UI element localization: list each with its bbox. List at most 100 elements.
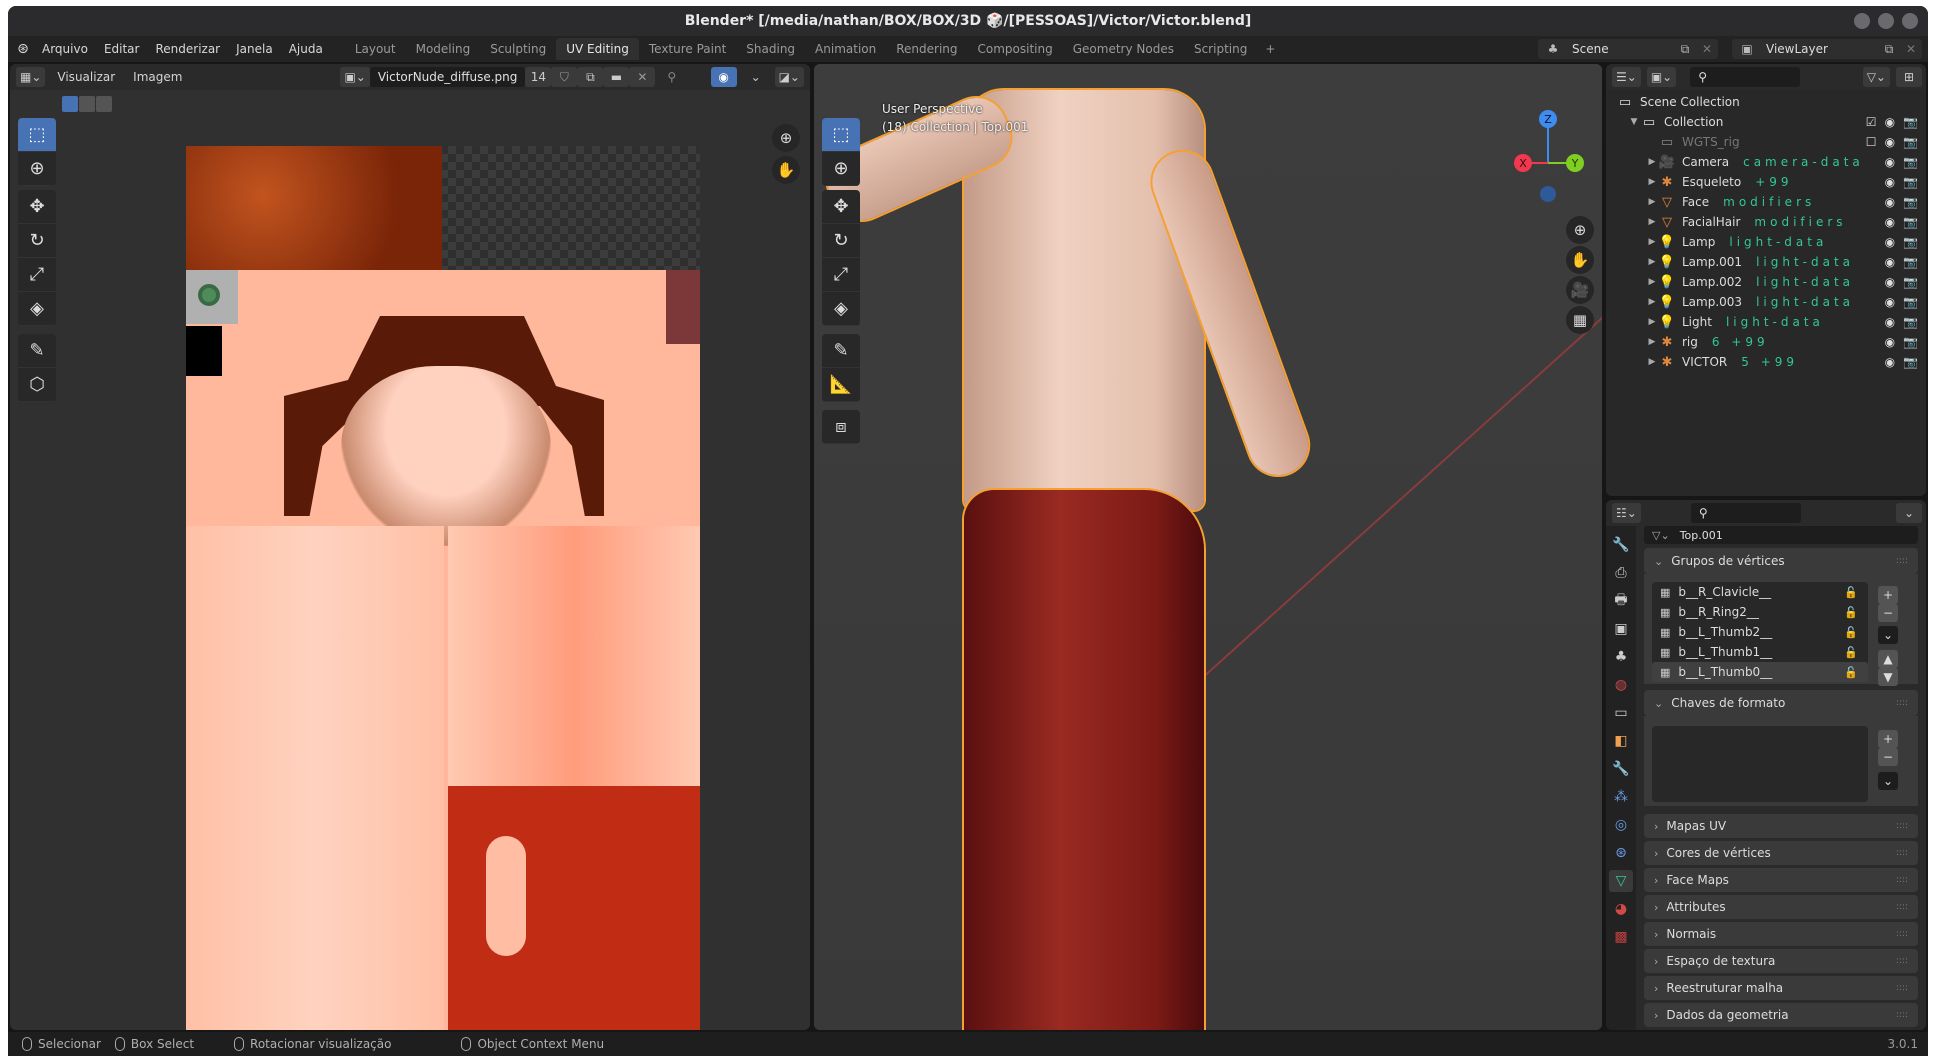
menu-editar[interactable]: Editar (96, 42, 148, 56)
render-camera-icon[interactable]: 📷 (1903, 135, 1918, 149)
exclude-checkbox[interactable]: ☑ (1866, 115, 1877, 129)
close-button[interactable] (1902, 13, 1918, 29)
minimize-button[interactable] (1854, 13, 1870, 29)
new-scene-icon[interactable]: ⧉ (1674, 42, 1696, 57)
display-channels-icon[interactable]: ◪⌄ (774, 67, 804, 87)
z-axis-handle[interactable]: Z (1539, 110, 1557, 128)
modifier-tab-icon[interactable]: 🔧 (1609, 758, 1633, 780)
physics-tab-icon[interactable]: ◎ (1609, 814, 1633, 836)
expand-arrow-icon[interactable]: ▶ (1646, 217, 1658, 227)
lock-icon[interactable]: 🔓 (1844, 666, 1858, 679)
outliner-item[interactable]: ▭ WGTS_rig ☐ ◉ 📷 (1606, 132, 1926, 152)
vertex-group-item[interactable]: ▦ b__R_Clavicle__ 🔓 (1652, 582, 1868, 602)
uv-menu-visualizar[interactable]: Visualizar (51, 70, 121, 84)
tab-texture-paint[interactable]: Texture Paint (639, 38, 736, 60)
object-data-icons[interactable]: 6 +99 (1698, 335, 1769, 349)
pin-icon[interactable]: ⚲ (661, 70, 682, 84)
move-tool-icon[interactable]: ✥ (18, 190, 56, 224)
delete-scene-icon[interactable]: ✕ (1696, 42, 1718, 56)
pan-hand-icon[interactable]: ✋ (772, 156, 800, 184)
render-camera-icon[interactable]: 📷 (1903, 155, 1918, 169)
new-collection-icon[interactable]: ⊞ (1896, 67, 1922, 87)
camera-view-icon[interactable]: 🎥 (1566, 276, 1594, 304)
collection-row[interactable]: ▼ ▭ Collection ☑ ◉ 📷 (1606, 112, 1926, 132)
outliner-item[interactable]: ▶ 💡 Lamp light-data ◉ 📷 (1606, 232, 1926, 252)
scale-tool-icon[interactable]: ⤢ (18, 258, 56, 292)
lock-icon[interactable]: 🔓 (1844, 606, 1858, 619)
neg-z-axis-handle[interactable] (1540, 186, 1556, 202)
select-subtract-icon[interactable] (96, 96, 112, 112)
menu-ajuda[interactable]: Ajuda (281, 42, 331, 56)
object-data-icons[interactable]: modifiers (1740, 215, 1846, 229)
select-box-tool-icon[interactable]: ⬚ (18, 118, 56, 152)
panel-header[interactable]: › Cores de vértices:::: (1644, 841, 1918, 865)
expand-arrow-icon[interactable]: ▶ (1646, 277, 1658, 287)
world-tab-icon[interactable]: ◍ (1609, 674, 1633, 696)
uv-sync-dropdown[interactable]: ⌄ (743, 67, 769, 87)
expand-arrow-icon[interactable]: ▶ (1646, 197, 1658, 207)
outliner-editor-type[interactable]: ☰⌄ (1612, 67, 1641, 87)
panel-header[interactable]: › Dados da geometria:::: (1644, 1003, 1918, 1027)
expand-arrow-icon[interactable]: ▶ (1646, 177, 1658, 187)
expand-arrow-icon[interactable]: ▶ (1646, 357, 1658, 367)
outliner-item[interactable]: ▶ ▽ Face modifiers ◉ 📷 (1606, 192, 1926, 212)
select-new-icon[interactable] (62, 96, 78, 112)
eye-icon[interactable]: ◉ (1885, 135, 1895, 149)
exclude-checkbox[interactable]: ☐ (1866, 135, 1877, 149)
mesh-data-tab-icon[interactable]: ▽ (1609, 870, 1633, 892)
render-camera-icon[interactable]: 📷 (1903, 315, 1918, 329)
blender-logo-icon[interactable]: ⊛ (14, 40, 32, 58)
tab-sculpting[interactable]: Sculpting (480, 38, 556, 60)
collection-tab-icon[interactable]: ▭ (1609, 702, 1633, 724)
tab-layout[interactable]: Layout (345, 38, 406, 60)
move-down-button[interactable]: ▼ (1878, 668, 1898, 686)
open-image-icon[interactable]: ▬ (603, 67, 630, 87)
eye-icon[interactable]: ◉ (1885, 335, 1895, 349)
scale-tool-icon[interactable]: ⤢ (822, 258, 860, 292)
render-camera-icon[interactable]: 📷 (1903, 215, 1918, 229)
render-camera-icon[interactable]: 📷 (1903, 175, 1918, 189)
tab-rendering[interactable]: Rendering (886, 38, 967, 60)
move-up-button[interactable]: ▲ (1878, 650, 1898, 668)
collapse-arrow-icon[interactable]: ▼ (1628, 117, 1640, 127)
eye-icon[interactable]: ◉ (1885, 215, 1895, 229)
eye-icon[interactable]: ◉ (1885, 115, 1895, 129)
drag-grip-icon[interactable]: :::: (1896, 902, 1908, 912)
view-layer-name[interactable]: ViewLayer (1762, 42, 1878, 56)
cursor-tool-icon[interactable]: ⊕ (18, 152, 56, 186)
ortho-grid-icon[interactable]: ▦ (1566, 306, 1594, 334)
eye-icon[interactable]: ◉ (1885, 175, 1895, 189)
3d-viewport[interactable]: ⌄ Visualizar Selecionar Adicionar Objeto… (814, 64, 1602, 1030)
object-name-field[interactable]: ▽⌄ Top.001 (1644, 526, 1918, 544)
image-users-count[interactable]: 14 (525, 67, 552, 87)
tab-uv-editing[interactable]: UV Editing (556, 38, 639, 60)
drag-grip-icon[interactable]: :::: (1896, 821, 1908, 831)
rotate-tool-icon[interactable]: ↻ (822, 224, 860, 258)
x-axis-handle[interactable]: X (1514, 154, 1532, 172)
y-axis-handle[interactable]: Y (1566, 154, 1584, 172)
properties-editor-type[interactable]: ☷⌄ (1612, 503, 1641, 523)
image-name-field[interactable]: VictorNude_diffuse.png (369, 67, 526, 87)
uv-sync-icon[interactable]: ◉ (710, 67, 737, 87)
properties-search-input[interactable]: ⚲ (1690, 503, 1801, 523)
particles-tab-icon[interactable]: ⁂ (1609, 786, 1633, 808)
drag-grip-icon[interactable]: :::: (1896, 875, 1908, 885)
lock-icon[interactable]: 🔓 (1844, 646, 1858, 659)
eye-icon[interactable]: ◉ (1885, 155, 1895, 169)
eye-icon[interactable]: ◉ (1885, 195, 1895, 209)
shape-keys-panel-header[interactable]: ⌄ Chaves de formato:::: (1644, 690, 1918, 716)
transform-tool-icon[interactable]: ◈ (18, 292, 56, 326)
menu-arquivo[interactable]: Arquivo (34, 42, 96, 56)
object-data-icons[interactable]: light-data (1712, 315, 1824, 329)
eye-icon[interactable]: ◉ (1885, 235, 1895, 249)
scene-selector[interactable]: ♣ Scene ⧉ ✕ (1538, 39, 1718, 59)
material-tab-icon[interactable]: ◕ (1609, 898, 1633, 920)
add-workspace-button[interactable]: + (1257, 38, 1283, 60)
outliner-item[interactable]: ▶ ✱ VICTOR 5 +99 ◉ 📷 (1606, 352, 1926, 372)
tab-scripting[interactable]: Scripting (1184, 38, 1257, 60)
expand-arrow-icon[interactable]: ▶ (1646, 157, 1658, 167)
panel-header[interactable]: › Normais:::: (1644, 922, 1918, 946)
panel-header[interactable]: › Mapas UV:::: (1644, 814, 1918, 838)
expand-arrow-icon[interactable]: ▶ (1646, 257, 1658, 267)
lock-icon[interactable]: 🔓 (1844, 626, 1858, 639)
